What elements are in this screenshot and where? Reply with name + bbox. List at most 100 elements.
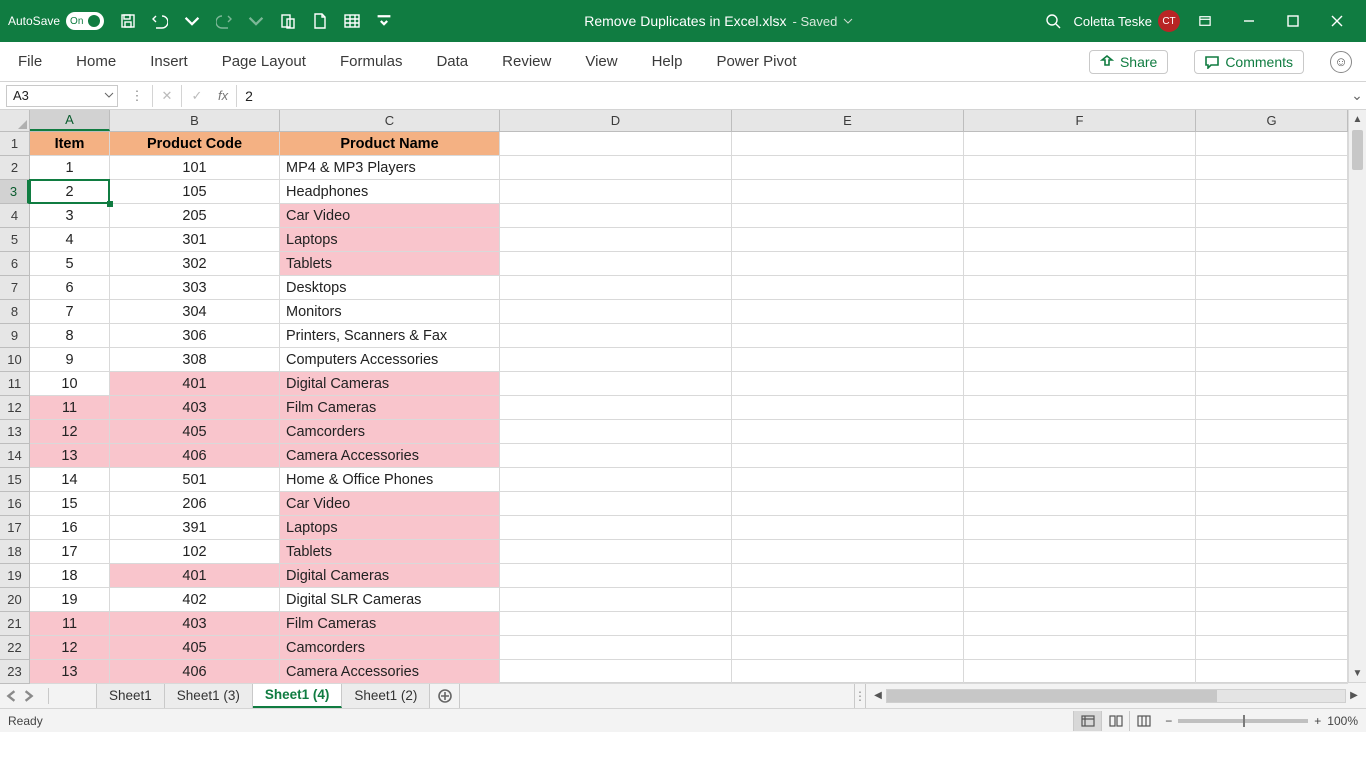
cell[interactable]	[500, 276, 732, 300]
tab-split-handle[interactable]: ⋮	[854, 683, 866, 708]
cell[interactable]: 8	[30, 324, 110, 348]
cell[interactable]	[500, 540, 732, 564]
cell[interactable]	[1196, 444, 1348, 468]
cell[interactable]: 18	[30, 564, 110, 588]
cell[interactable]	[500, 180, 732, 204]
cell[interactable]	[500, 516, 732, 540]
cell[interactable]: 13	[30, 444, 110, 468]
sheet-next-icon[interactable]	[22, 690, 34, 702]
row-header[interactable]: 12	[0, 396, 29, 420]
sheet-prev-icon[interactable]	[6, 690, 18, 702]
dropdown-icon[interactable]	[242, 7, 270, 35]
customize-qat-icon[interactable]	[370, 7, 398, 35]
cell[interactable]	[500, 660, 732, 684]
row-header[interactable]: 2	[0, 156, 29, 180]
row-header[interactable]: 11	[0, 372, 29, 396]
cell[interactable]	[1196, 420, 1348, 444]
cell[interactable]	[732, 132, 964, 156]
minimize-icon[interactable]	[1230, 7, 1268, 35]
cell[interactable]: 308	[110, 348, 280, 372]
cell[interactable]: 11	[30, 612, 110, 636]
cell[interactable]	[1196, 660, 1348, 684]
cell[interactable]: Product Code	[110, 132, 280, 156]
sheet-tab[interactable]: Sheet1 (2)	[342, 683, 430, 708]
scroll-right-icon[interactable]: ▶	[1346, 690, 1362, 701]
cell[interactable]	[964, 132, 1196, 156]
page-layout-view-icon[interactable]	[1101, 711, 1129, 731]
cell[interactable]	[964, 444, 1196, 468]
cell[interactable]	[1196, 372, 1348, 396]
cell[interactable]	[964, 204, 1196, 228]
cell[interactable]	[964, 156, 1196, 180]
cell[interactable]	[964, 228, 1196, 252]
cancel-icon[interactable]: ✕	[152, 85, 182, 107]
cell[interactable]: 9	[30, 348, 110, 372]
ribbon-tab-home[interactable]: Home	[72, 47, 120, 76]
cell[interactable]	[1196, 468, 1348, 492]
cell[interactable]: 403	[110, 396, 280, 420]
cell[interactable]: Laptops	[280, 228, 500, 252]
column-header-F[interactable]: F	[964, 110, 1196, 131]
cell[interactable]	[732, 324, 964, 348]
cell[interactable]	[964, 564, 1196, 588]
sheet-tab[interactable]: Sheet1	[96, 683, 165, 708]
cell[interactable]	[1196, 276, 1348, 300]
ribbon-tab-file[interactable]: File	[14, 47, 46, 76]
cell[interactable]: Tablets	[280, 252, 500, 276]
cell[interactable]	[500, 300, 732, 324]
cell[interactable]	[732, 300, 964, 324]
cell[interactable]: Film Cameras	[280, 612, 500, 636]
cell[interactable]	[732, 660, 964, 684]
cell[interactable]	[500, 612, 732, 636]
normal-view-icon[interactable]	[1073, 711, 1101, 731]
ribbon-tab-data[interactable]: Data	[432, 47, 472, 76]
close-icon[interactable]	[1318, 7, 1356, 35]
cell[interactable]	[964, 468, 1196, 492]
cell[interactable]: 406	[110, 660, 280, 684]
cell[interactable]	[1196, 564, 1348, 588]
chevron-down-icon[interactable]	[843, 18, 853, 24]
column-header-G[interactable]: G	[1196, 110, 1348, 131]
cell[interactable]	[732, 372, 964, 396]
cell[interactable]	[500, 636, 732, 660]
scroll-thumb[interactable]	[1352, 130, 1363, 170]
scroll-down-icon[interactable]: ▼	[1349, 664, 1366, 682]
cell[interactable]	[964, 252, 1196, 276]
cell[interactable]	[732, 564, 964, 588]
row-header[interactable]: 14	[0, 444, 29, 468]
cell[interactable]	[1196, 348, 1348, 372]
cell[interactable]	[964, 300, 1196, 324]
cell[interactable]	[500, 444, 732, 468]
cell[interactable]	[964, 588, 1196, 612]
cell[interactable]: 391	[110, 516, 280, 540]
save-icon[interactable]	[114, 7, 142, 35]
cell[interactable]	[500, 252, 732, 276]
scroll-up-icon[interactable]: ▲	[1349, 110, 1366, 128]
cell[interactable]	[964, 492, 1196, 516]
cell[interactable]: 405	[110, 636, 280, 660]
cell[interactable]	[732, 612, 964, 636]
cell[interactable]: 16	[30, 516, 110, 540]
cells-area[interactable]: ItemProduct CodeProduct Name1101MP4 & MP…	[30, 132, 1348, 682]
cell[interactable]	[500, 204, 732, 228]
cell[interactable]	[732, 228, 964, 252]
cell[interactable]: Desktops	[280, 276, 500, 300]
cell[interactable]	[500, 396, 732, 420]
column-header-D[interactable]: D	[500, 110, 732, 131]
row-header[interactable]: 1	[0, 132, 29, 156]
cell[interactable]: 5	[30, 252, 110, 276]
user-name[interactable]: Coletta Teske	[1073, 14, 1152, 29]
undo-icon[interactable]	[146, 7, 174, 35]
paste-icon[interactable]	[274, 7, 302, 35]
cell[interactable]: Digital SLR Cameras	[280, 588, 500, 612]
cell[interactable]	[732, 636, 964, 660]
cell[interactable]: 306	[110, 324, 280, 348]
redo-icon[interactable]	[210, 7, 238, 35]
row-header[interactable]: 17	[0, 516, 29, 540]
ribbon-tab-help[interactable]: Help	[648, 47, 687, 76]
cell[interactable]: 401	[110, 564, 280, 588]
cell[interactable]: Digital Cameras	[280, 372, 500, 396]
row-header[interactable]: 13	[0, 420, 29, 444]
row-header[interactable]: 5	[0, 228, 29, 252]
select-all-button[interactable]	[0, 110, 30, 132]
